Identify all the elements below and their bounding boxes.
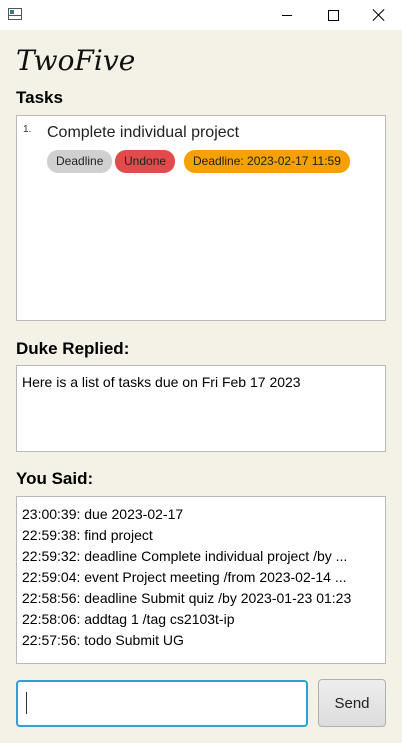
said-heading: You Said: bbox=[16, 469, 94, 488]
command-history[interactable]: 23:00:39: due 2023-02-17 22:59:38: find … bbox=[16, 496, 386, 664]
task-type-tag: Deadline bbox=[47, 150, 113, 173]
history-item: 22:59:38: find project bbox=[22, 527, 153, 543]
history-item: 23:00:39: due 2023-02-17 bbox=[22, 506, 184, 522]
title-bar bbox=[0, 0, 402, 30]
history-item: 22:57:56: todo Submit UG bbox=[22, 632, 184, 648]
task-description: Complete individual project bbox=[47, 124, 240, 141]
close-button[interactable] bbox=[356, 0, 402, 30]
minimize-button[interactable] bbox=[264, 0, 310, 30]
task-index: 1. bbox=[23, 124, 32, 135]
command-input[interactable] bbox=[16, 680, 308, 727]
reply-box: Here is a list of tasks due on Fri Feb 1… bbox=[16, 365, 386, 452]
history-item: 22:59:32: deadline Complete individual p… bbox=[22, 548, 348, 564]
task-date-tag: Deadline: 2023-02-17 11:59 bbox=[184, 150, 350, 173]
app-title: TwoFive bbox=[16, 44, 136, 77]
reply-text: Here is a list of tasks due on Fri Feb 1… bbox=[22, 374, 301, 390]
history-item: 22:58:56: deadline Submit quiz /by 2023-… bbox=[22, 590, 352, 606]
close-icon bbox=[373, 9, 385, 21]
maximize-button[interactable] bbox=[310, 0, 356, 30]
send-button[interactable]: Send bbox=[318, 679, 386, 727]
task-list[interactable]: 1. Complete individual project Deadline … bbox=[16, 115, 386, 321]
app-window-icon bbox=[8, 8, 22, 20]
history-list: 23:00:39: due 2023-02-17 22:59:38: find … bbox=[22, 504, 377, 651]
maximize-icon bbox=[327, 9, 339, 21]
minimize-icon bbox=[282, 14, 292, 16]
task-status-tag: Undone bbox=[115, 150, 176, 173]
tasks-heading: Tasks bbox=[16, 88, 63, 107]
history-item: 22:58:06: addtag 1 /tag cs2103t-ip bbox=[22, 611, 235, 627]
reply-heading: Duke Replied: bbox=[16, 339, 130, 358]
text-caret bbox=[26, 692, 27, 714]
history-item: 22:59:04: event Project meeting /from 20… bbox=[22, 569, 347, 585]
